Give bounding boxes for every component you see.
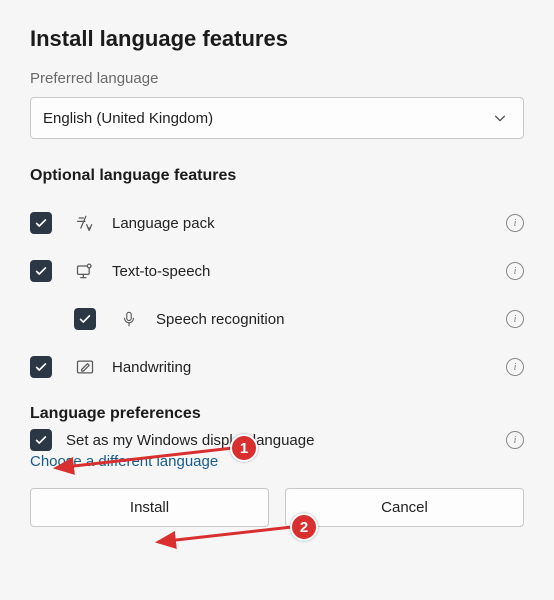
cancel-button[interactable]: Cancel <box>285 488 524 527</box>
annotation-arrow-2 <box>150 522 310 552</box>
language-dropdown-value: English (United Kingdom) <box>43 110 213 127</box>
feature-row-tts: Text-to-speech i <box>30 247 524 295</box>
info-icon[interactable]: i <box>506 310 524 328</box>
annotation-badge-2: 2 <box>290 513 318 541</box>
annotation-arrow-1 <box>48 442 248 482</box>
info-icon[interactable]: i <box>506 214 524 232</box>
page-title: Install language features <box>30 26 524 52</box>
checkbox-language-pack[interactable] <box>30 212 52 234</box>
optional-features-heading: Optional language features <box>30 167 524 185</box>
feature-label: Text-to-speech <box>112 263 506 280</box>
language-pack-icon <box>74 212 96 234</box>
annotation-badge-1: 1 <box>230 434 258 462</box>
language-preferences-heading: Language preferences <box>30 405 524 423</box>
feature-row-handwriting: Handwriting i <box>30 343 524 391</box>
info-icon[interactable]: i <box>506 262 524 280</box>
tts-icon <box>74 260 96 282</box>
handwriting-icon <box>74 356 96 378</box>
checkbox-tts[interactable] <box>30 260 52 282</box>
microphone-icon <box>118 308 140 330</box>
checkbox-speech[interactable] <box>74 308 96 330</box>
feature-row-language-pack: Language pack i <box>30 199 524 247</box>
checkbox-handwriting[interactable] <box>30 356 52 378</box>
language-dropdown[interactable]: English (United Kingdom) <box>30 97 524 139</box>
feature-label: Language pack <box>112 215 506 232</box>
feature-label: Speech recognition <box>156 311 506 328</box>
chevron-down-icon <box>489 107 511 129</box>
feature-row-speech: Speech recognition i <box>30 295 524 343</box>
preferred-language-label: Preferred language <box>30 70 524 87</box>
feature-label: Handwriting <box>112 359 506 376</box>
info-icon[interactable]: i <box>506 431 524 449</box>
info-icon[interactable]: i <box>506 358 524 376</box>
